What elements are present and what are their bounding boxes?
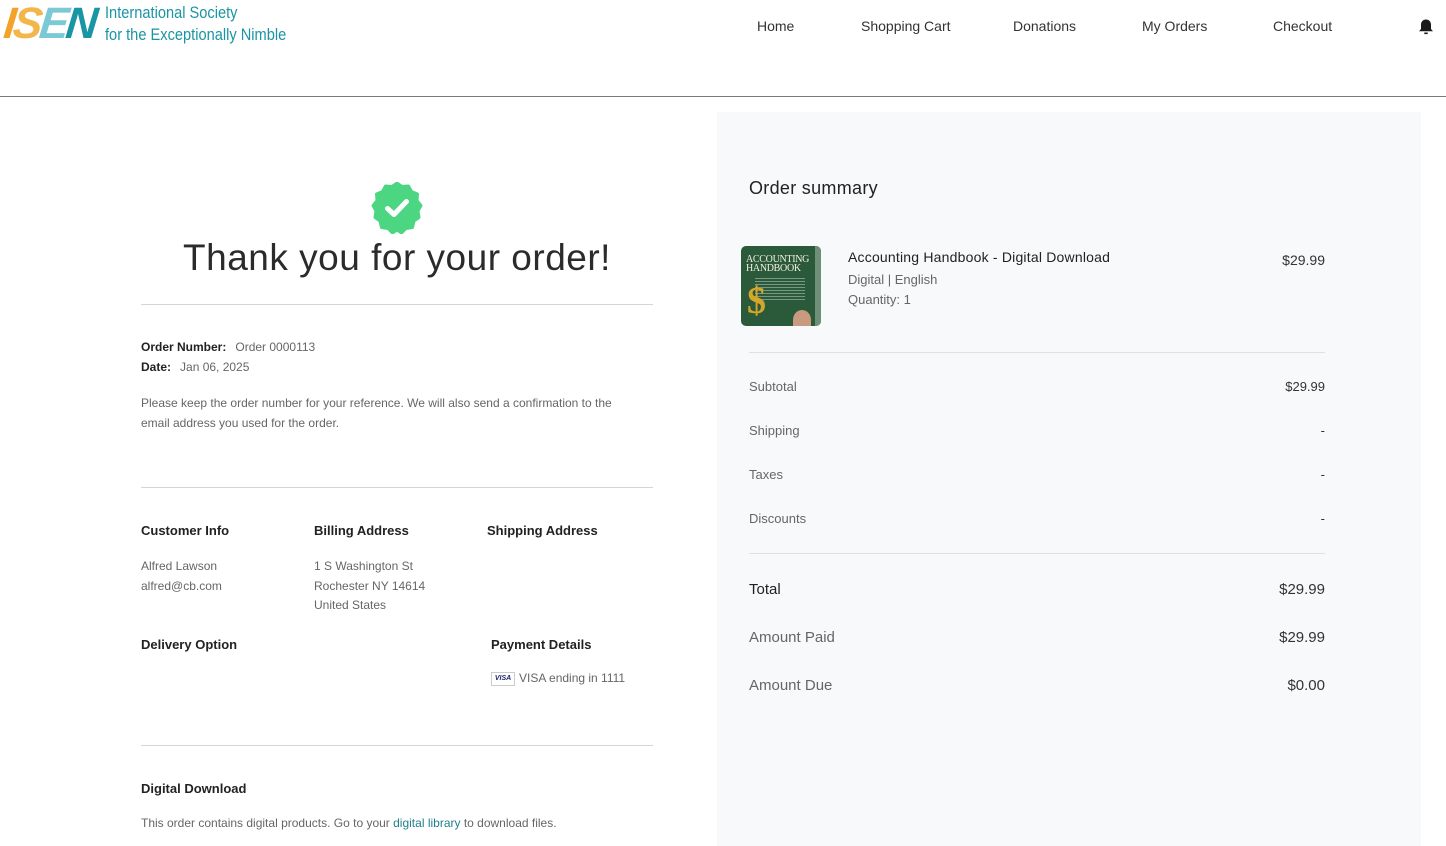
product-quantity: Quantity: 1 bbox=[848, 292, 911, 307]
order-date-label: Date: bbox=[141, 360, 172, 374]
product-variant: Digital | English bbox=[848, 272, 938, 287]
digital-download-heading: Digital Download bbox=[141, 781, 247, 796]
order-summary-title: Order summary bbox=[749, 178, 878, 198]
order-number-label: Order Number: bbox=[141, 340, 227, 354]
payment-method: VISA VISA ending in 1111 bbox=[491, 669, 625, 689]
summary-row-amount-due: Amount Due $0.00 bbox=[749, 677, 1325, 694]
dollar-sign-graphic: $ bbox=[747, 280, 766, 322]
divider bbox=[749, 553, 1325, 554]
order-number-value: Order 0000113 bbox=[235, 340, 316, 354]
page-title: Thank you for your order! bbox=[183, 237, 611, 278]
digital-library-link[interactable]: digital library bbox=[393, 816, 460, 830]
customer-name: Alfred Lawson bbox=[141, 559, 218, 573]
logo-line-1: International Society bbox=[104, 3, 238, 22]
order-summary-panel: Order summary ACCOUNTING HANDBOOK $ Acco… bbox=[717, 112, 1421, 846]
nav-donations[interactable]: Donations bbox=[1013, 18, 1076, 34]
logo-text: International Society for the Exceptiona… bbox=[105, 2, 286, 46]
divider bbox=[749, 352, 1325, 353]
logo-mark: ISEN bbox=[1, 0, 98, 48]
billing-address: 1 S Washington St Rochester NY 14614 Uni… bbox=[314, 557, 425, 616]
shipping-address-heading: Shipping Address bbox=[487, 523, 598, 538]
order-note: Please keep the order number for your re… bbox=[141, 396, 612, 430]
nav-checkout[interactable]: Checkout bbox=[1273, 18, 1332, 34]
check-badge-icon bbox=[371, 182, 423, 234]
nav-home[interactable]: Home bbox=[757, 18, 794, 34]
billing-address-heading: Billing Address bbox=[314, 523, 409, 538]
visa-card-icon: VISA bbox=[491, 671, 515, 686]
divider bbox=[141, 304, 653, 305]
summary-row-discounts: Discounts - bbox=[749, 511, 1325, 526]
summary-row-shipping: Shipping - bbox=[749, 423, 1325, 438]
product-thumbnail[interactable]: ACCOUNTING HANDBOOK $ bbox=[741, 246, 821, 326]
thumbnail-edge bbox=[815, 246, 821, 326]
order-number: Order Number: Order 0000113 bbox=[141, 340, 315, 354]
billing-line-3: United States bbox=[314, 598, 387, 612]
bell-icon[interactable] bbox=[1417, 18, 1435, 36]
author-photo bbox=[793, 310, 811, 326]
divider bbox=[141, 487, 653, 488]
customer-email: alfred@cb.com bbox=[141, 578, 222, 593]
customer-info: Alfred Lawson alfred@cb.com bbox=[141, 557, 222, 596]
summary-row-total: Total $29.99 bbox=[749, 581, 1325, 598]
site-header: ISEN International Society for the Excep… bbox=[0, 0, 1446, 97]
nav-shopping-cart[interactable]: Shopping Cart bbox=[861, 18, 951, 34]
divider bbox=[141, 745, 653, 746]
order-date: Date: Jan 06, 2025 bbox=[141, 360, 249, 374]
billing-line-2: Rochester NY 14614 bbox=[314, 578, 426, 593]
billing-line-1: 1 S Washington St bbox=[314, 559, 413, 573]
product-name[interactable]: Accounting Handbook - Digital Download bbox=[848, 249, 1110, 265]
thumbnail-title: ACCOUNTING HANDBOOK bbox=[746, 254, 810, 274]
order-date-value: Jan 06, 2025 bbox=[180, 360, 250, 374]
summary-row-subtotal: Subtotal $29.99 bbox=[749, 379, 1325, 394]
summary-row-amount-paid: Amount Paid $29.99 bbox=[749, 629, 1325, 646]
customer-info-heading: Customer Info bbox=[141, 523, 230, 538]
summary-row-taxes: Taxes - bbox=[749, 467, 1325, 482]
delivery-option-heading: Delivery Option bbox=[141, 637, 238, 652]
logo-line-2: for the Exceptionally Nimble bbox=[104, 25, 286, 44]
site-logo[interactable]: ISEN International Society for the Excep… bbox=[1, 0, 315, 48]
payment-card-text: VISA ending in 1111 bbox=[519, 671, 626, 685]
payment-details-heading: Payment Details bbox=[491, 637, 592, 652]
nav-my-orders[interactable]: My Orders bbox=[1142, 18, 1207, 34]
digital-download-text: This order contains digital products. Go… bbox=[141, 816, 557, 830]
product-price: $29.99 bbox=[1282, 252, 1325, 268]
